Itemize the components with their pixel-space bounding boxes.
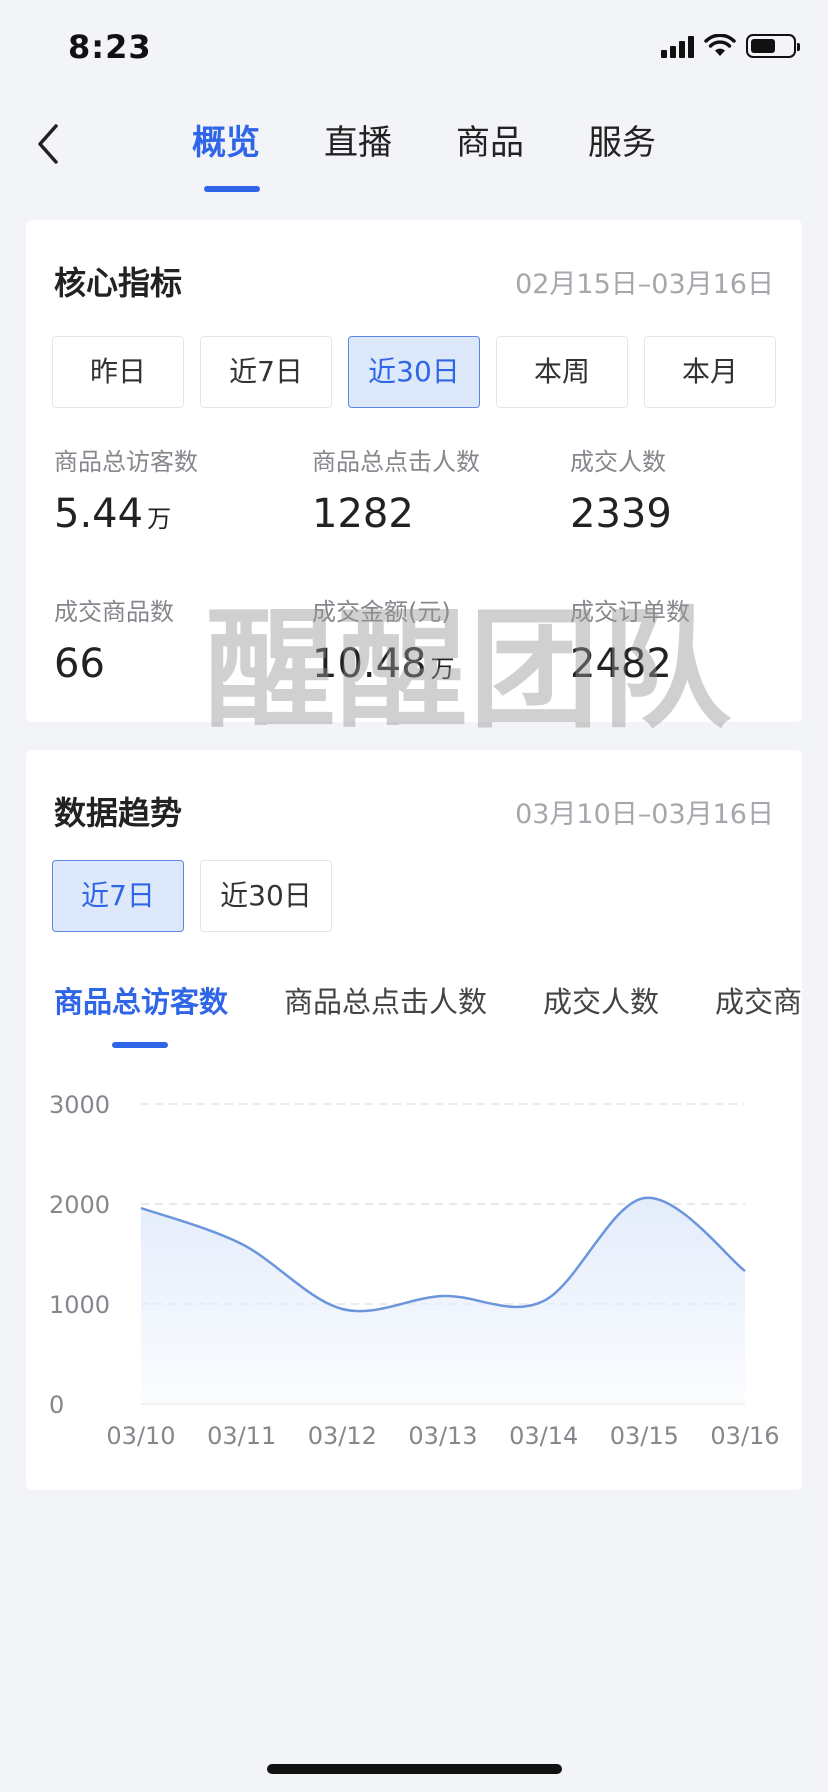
x-tick-label: 03/15 [610,1422,679,1450]
x-tick-label: 03/12 [308,1422,377,1450]
metric-value: 5.44 万 [54,491,172,537]
metric-label: 商品总访客数 [54,448,198,476]
cellular-signal-icon [661,34,694,58]
metric-buyers: 成交人数 2339 [570,442,810,537]
status-bar: 8:23 [0,0,828,100]
home-indicator [267,1764,562,1774]
metric-unit: 万 [430,655,455,683]
x-tick-label: 03/13 [408,1422,477,1450]
metric-tab-products-sold[interactable]: 成交商品数 [715,980,802,1060]
trend-range-7days-button[interactable]: 近7日 [52,860,184,932]
x-tick-label: 03/11 [207,1422,276,1450]
top-nav: 概览 直播 商品 服务 [0,100,828,210]
metric-tab-product-visitors[interactable]: 商品总访客数 [54,980,228,1060]
metric-label: 成交订单数 [570,598,690,626]
data-trend-card: 数据趋势 03月10日–03月16日 近7日 近30日 商品总访客数 商品总点击人… [26,750,802,1490]
metric-value: 66 [54,641,105,687]
trend-range-30days-button[interactable]: 近30日 [200,860,332,932]
status-time: 8:23 [68,28,152,66]
x-tick-label: 03/14 [509,1422,578,1450]
metric-product-clickers: 商品总点击人数 1282 [312,442,552,537]
y-tick-label: 0 [49,1391,64,1419]
metric-gmv: 成交金额(元) 10.48 万 [312,592,552,687]
metric-label: 成交金额(元) [312,598,451,626]
core-metrics-title: 核心指标 [54,264,183,302]
metric-orders: 成交订单数 2482 [570,592,810,687]
range-7days-button[interactable]: 近7日 [200,336,332,408]
range-this-month-button[interactable]: 本月 [644,336,776,408]
y-tick-label: 3000 [49,1091,110,1119]
tab-overview[interactable]: 概览 [160,118,292,198]
range-yesterday-button[interactable]: 昨日 [52,336,184,408]
metric-tab-product-clickers[interactable]: 商品总点击人数 [284,980,487,1060]
trend-area-chart: 0 1000 2000 3000 03/10 03/11 03/12 03/13 03/14 03… [49,1091,780,1450]
metric-label: 商品总点击人数 [312,448,480,476]
trend-metric-tabs: 商品总访客数商品总点击人数成交人数成交商品数 [54,980,802,1070]
trend-date-range: 03月10日–03月16日 [515,799,774,830]
series-area [141,1197,745,1404]
metric-product-visitors: 商品总访客数 5.44 万 [54,442,294,537]
y-tick-label: 1000 [49,1291,110,1319]
metric-label: 成交商品数 [54,598,174,626]
battery-icon [746,34,800,58]
metric-tab-buyers[interactable]: 成交人数 [543,980,659,1060]
range-30days-button[interactable]: 近30日 [348,336,480,408]
x-tick-label: 03/10 [106,1422,175,1450]
tab-products[interactable]: 商品 [424,118,556,198]
back-arrow-icon[interactable] [28,120,78,170]
metric-label: 成交人数 [570,448,666,476]
metric-products-sold: 成交商品数 66 [54,592,294,687]
range-this-week-button[interactable]: 本周 [496,336,628,408]
x-tick-label: 03/16 [710,1422,779,1450]
tab-live[interactable]: 直播 [292,118,424,198]
core-metrics-date-range: 02月15日–03月16日 [515,269,774,300]
metric-value: 2482 [570,641,672,687]
trend-title: 数据趋势 [54,794,183,832]
core-metrics-card: 核心指标 02月15日–03月16日 昨日 近7日 近30日 本周 本月 商品总… [26,220,802,722]
trend-range-selector: 近7日 近30日 [52,860,332,932]
tab-service[interactable]: 服务 [556,118,688,198]
metric-value: 2339 [570,491,672,537]
status-icons [661,34,800,58]
metric-unit: 万 [147,505,172,533]
core-metrics-range-selector: 昨日 近7日 近30日 本周 本月 [52,336,776,408]
metric-value: 1282 [312,491,414,537]
wifi-icon [704,34,736,56]
metric-value: 10.48 万 [312,641,455,687]
y-tick-label: 2000 [49,1191,110,1219]
nav-tabs: 概览 直播 商品 服务 [160,118,688,198]
